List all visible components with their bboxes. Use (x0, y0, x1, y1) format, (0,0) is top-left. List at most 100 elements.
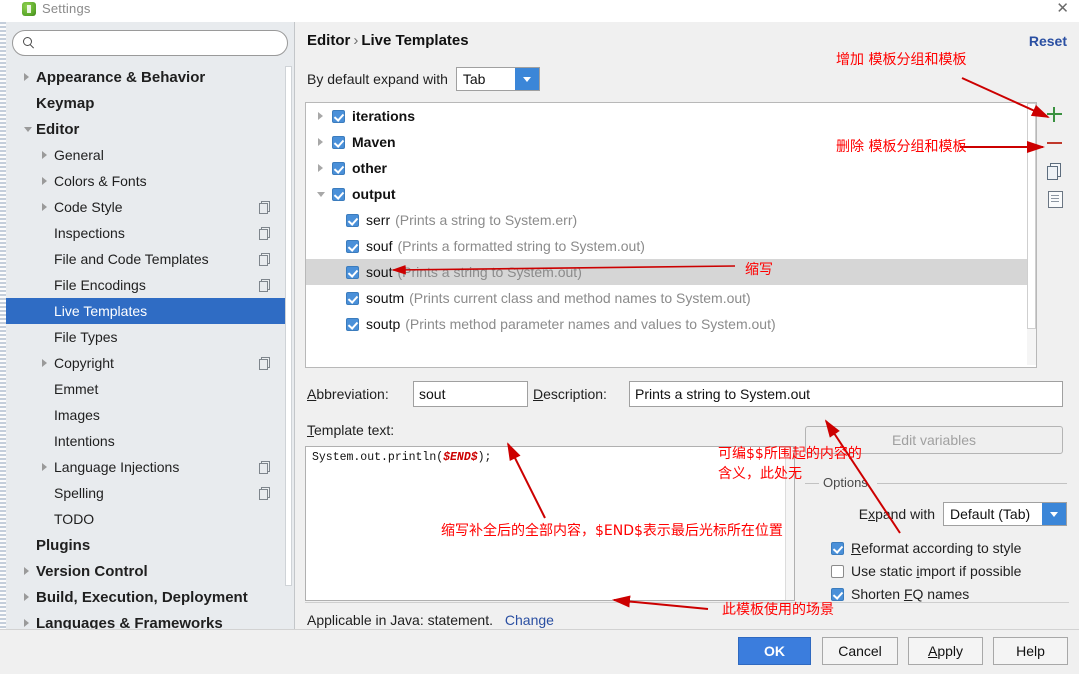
copy-settings-icon[interactable] (259, 357, 270, 370)
change-link[interactable]: Change (505, 612, 554, 628)
template-row[interactable]: soutp (Prints method parameter names and … (306, 311, 1036, 337)
sidebar-tree: Appearance & Behavior Keymap Editor General… (6, 64, 292, 630)
chevron-down-icon[interactable] (514, 68, 539, 90)
sidebar-item-intentions[interactable]: Intentions (6, 428, 292, 454)
sidebar-item-images[interactable]: Images (6, 402, 292, 428)
chevron-right-icon[interactable] (42, 203, 47, 211)
edit-variables-button[interactable]: Edit variables (805, 426, 1063, 454)
copy-settings-icon[interactable] (259, 279, 270, 292)
checkbox-icon[interactable] (346, 239, 359, 253)
template-row[interactable]: souf (Prints a formatted string to System… (306, 233, 1036, 259)
ok-button[interactable]: OK (738, 637, 811, 665)
checkbox-icon[interactable] (346, 291, 359, 305)
copy-icon[interactable] (1043, 158, 1067, 184)
abbreviation-input[interactable] (413, 381, 528, 407)
copy-settings-icon[interactable] (259, 227, 270, 240)
template-row[interactable]: soutm (Prints current class and method na… (306, 285, 1036, 311)
sidebar-item-plugins[interactable]: Plugins (6, 532, 292, 558)
checkbox-icon[interactable] (831, 541, 844, 555)
chevron-right-icon[interactable] (42, 359, 47, 367)
sidebar-scrollbar[interactable] (285, 66, 292, 626)
intellij-icon (22, 2, 36, 16)
reset-link[interactable]: Reset (1029, 33, 1067, 49)
chevron-right-icon[interactable] (24, 593, 29, 601)
chevron-right-icon[interactable] (42, 151, 47, 159)
chevron-right-icon[interactable] (318, 138, 323, 146)
checkbox-icon[interactable] (831, 587, 844, 601)
sidebar-item-appearance-behavior[interactable]: Appearance & Behavior (6, 64, 292, 90)
chevron-right-icon[interactable] (24, 619, 29, 627)
chevron-right-icon[interactable] (24, 567, 29, 575)
help-button[interactable]: Help (993, 637, 1068, 665)
sidebar-item-colors-fonts[interactable]: Colors & Fonts (6, 168, 292, 194)
templates-scrollbar[interactable] (1027, 103, 1036, 365)
sidebar-item-spelling[interactable]: Spelling (6, 480, 292, 506)
template-row[interactable]: sout (Prints a string to System.out) (306, 259, 1036, 285)
default-expand-value: Tab (462, 71, 486, 87)
close-icon[interactable]: ✕ (1056, 1, 1069, 17)
copy-settings-icon[interactable] (259, 201, 270, 214)
template-group-row[interactable]: Maven (306, 129, 1036, 155)
search-input[interactable] (40, 34, 280, 54)
checkbox-icon[interactable] (831, 564, 844, 578)
copy-settings-icon[interactable] (259, 461, 270, 474)
template-group-row[interactable]: iterations (306, 103, 1036, 129)
checkbox-icon[interactable] (346, 265, 359, 279)
chevron-right-icon[interactable] (42, 463, 47, 471)
checkbox-reformat[interactable]: Reformat according to style (831, 540, 1021, 556)
template-text-editor[interactable]: System.out.println($END$); (305, 446, 795, 601)
sidebar-item-file-and-code-templates[interactable]: File and Code Templates (6, 246, 292, 272)
search-field-wrapper[interactable] (12, 30, 288, 56)
sidebar-item-label: Emmet (54, 381, 99, 397)
cancel-button[interactable]: Cancel (822, 637, 898, 665)
chevron-down-icon[interactable] (317, 192, 325, 197)
sidebar-item-code-style[interactable]: Code Style (6, 194, 292, 220)
chevron-down-icon[interactable] (24, 126, 32, 132)
chevron-down-icon[interactable] (1042, 503, 1066, 525)
sidebar-item-copyright[interactable]: Copyright (6, 350, 292, 376)
sidebar-item-editor[interactable]: Editor (6, 116, 292, 142)
sidebar-item-inspections[interactable]: Inspections (6, 220, 292, 246)
expand-with-select[interactable]: Default (Tab) (943, 502, 1067, 526)
checkbox-static-import[interactable]: Use static import if possible (831, 563, 1021, 579)
sidebar-item-general[interactable]: General (6, 142, 292, 168)
sidebar-item-label: Appearance & Behavior (36, 68, 206, 86)
template-row[interactable]: serr (Prints a string to System.err) (306, 207, 1036, 233)
window-title: Settings (42, 1, 91, 16)
plus-icon[interactable] (1043, 102, 1067, 128)
sidebar-item-live-templates[interactable]: Live Templates (6, 298, 292, 324)
apply-button[interactable]: Apply (908, 637, 983, 665)
checkbox-icon[interactable] (332, 135, 345, 149)
copy-settings-icon[interactable] (259, 487, 270, 500)
sidebar-item-label: File and Code Templates (54, 251, 209, 267)
checkbox-icon[interactable] (346, 317, 359, 331)
breadcrumb: Editor › Live Templates (307, 32, 469, 49)
document-icon[interactable] (1043, 186, 1067, 212)
sidebar-item-emmet[interactable]: Emmet (6, 376, 292, 402)
checkbox-icon[interactable] (332, 187, 345, 201)
description-input[interactable] (629, 381, 1063, 407)
template-group-row[interactable]: other (306, 155, 1036, 181)
checkbox-icon[interactable] (332, 161, 345, 175)
chevron-right-icon[interactable] (318, 164, 323, 172)
copy-settings-icon[interactable] (259, 253, 270, 266)
checkbox-icon[interactable] (346, 213, 359, 227)
checkbox-shorten-fq[interactable]: Shorten FQ names (831, 586, 969, 602)
checkbox-icon[interactable] (332, 109, 345, 123)
sidebar-item-build-execution-deployment[interactable]: Build, Execution, Deployment (6, 584, 292, 610)
sidebar-item-version-control[interactable]: Version Control (6, 558, 292, 584)
template-group-row[interactable]: output (306, 181, 1036, 207)
sidebar-item-file-types[interactable]: File Types (6, 324, 292, 350)
minus-icon[interactable] (1043, 130, 1067, 156)
chevron-right-icon[interactable] (24, 73, 29, 81)
sidebar-item-languages-frameworks[interactable]: Languages & Frameworks (6, 610, 292, 630)
chevron-right-icon[interactable] (318, 112, 323, 120)
chevron-right-icon[interactable] (42, 177, 47, 185)
sidebar-item-keymap[interactable]: Keymap (6, 90, 292, 116)
template-text-scrollbar[interactable] (785, 447, 794, 600)
sidebar-item-file-encodings[interactable]: File Encodings (6, 272, 292, 298)
templates-tree[interactable]: iterations Maven other output serr (Prints a … (305, 102, 1037, 368)
default-expand-select[interactable]: Tab (455, 67, 540, 91)
sidebar-item-language-injections[interactable]: Language Injections (6, 454, 292, 480)
sidebar-item-todo[interactable]: TODO (6, 506, 292, 532)
